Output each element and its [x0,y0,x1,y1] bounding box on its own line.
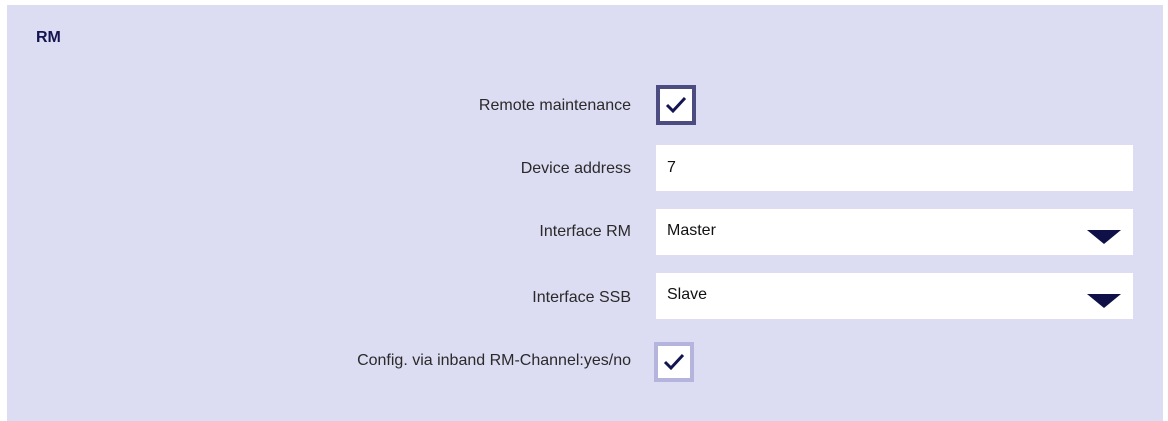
remote-maintenance-label: Remote maintenance [478,97,631,114]
interface-rm-label: Interface RM [539,223,631,240]
interface-ssb-selected-value: Slave [667,286,708,303]
interface-rm-select[interactable]: Master [656,209,1133,255]
device-address-label: Device address [520,160,631,177]
checkmark-icon [665,96,687,114]
interface-ssb-select[interactable]: Slave [656,273,1133,319]
rm-settings-panel: RM Remote maintenance Device address 7 I… [7,5,1163,421]
config-inband-label: Config. via inband RM-Channel:yes/no [357,352,631,369]
remote-maintenance-checkbox[interactable] [656,85,696,125]
device-address-input[interactable]: 7 [656,145,1133,191]
interface-ssb-label: Interface SSB [532,289,631,306]
triangle-down-icon [1087,230,1121,244]
device-address-value: 7 [667,159,676,176]
config-inband-checkbox[interactable] [654,342,694,382]
panel-title: RM [36,29,61,46]
interface-rm-selected-value: Master [667,222,716,239]
triangle-down-icon [1087,294,1121,308]
checkmark-icon [663,353,685,371]
